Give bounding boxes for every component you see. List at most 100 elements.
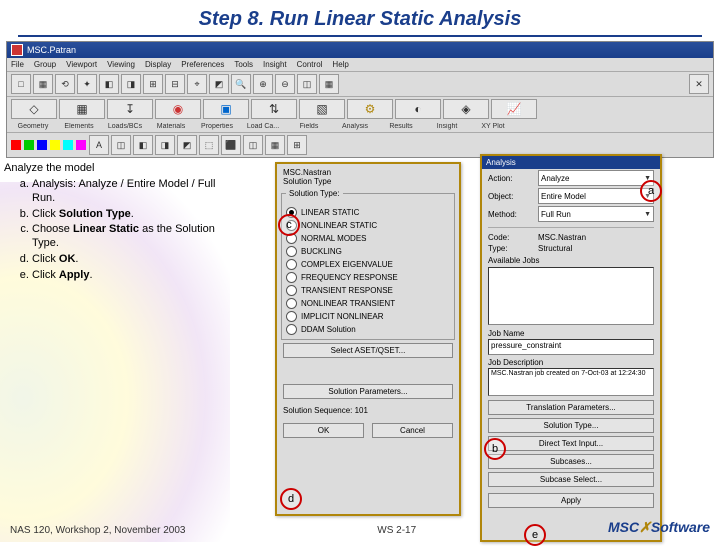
ok-button[interactable]: OK xyxy=(283,423,364,438)
tool-button[interactable]: ◩ xyxy=(209,74,229,94)
tool-button[interactable]: ⊖ xyxy=(275,74,295,94)
solution-type-option[interactable]: DDAM Solution xyxy=(286,323,450,336)
tab-fields[interactable]: ▧ xyxy=(299,99,345,119)
app-title: MSC.Patran xyxy=(27,45,76,55)
solution-type-option[interactable]: NONLINEAR STATIC xyxy=(286,219,450,232)
tool-button[interactable]: ◧ xyxy=(133,135,153,155)
apply-button[interactable]: Apply xyxy=(488,493,654,508)
solution-type-option[interactable]: COMPLEX EIGENVALUE xyxy=(286,258,450,271)
tool-button[interactable]: ▦ xyxy=(265,135,285,155)
menubar[interactable]: File Group Viewport Viewing Display Pref… xyxy=(7,58,713,71)
menu-item[interactable]: Preferences xyxy=(181,60,224,69)
color-swatch[interactable] xyxy=(50,140,60,150)
solution-type-panel: MSC.Nastran Solution Type Solution Type:… xyxy=(275,162,461,516)
color-swatch[interactable] xyxy=(76,140,86,150)
color-swatch[interactable] xyxy=(24,140,34,150)
solution-type-option[interactable]: TRANSIENT RESPONSE xyxy=(286,284,450,297)
menu-item[interactable]: File xyxy=(11,60,24,69)
menu-item[interactable]: Viewing xyxy=(107,60,135,69)
tool-button[interactable]: ⌖ xyxy=(187,74,207,94)
app-window: MSC.Patran File Group Viewport Viewing D… xyxy=(6,41,714,158)
available-jobs-list[interactable] xyxy=(488,267,654,325)
tool-button[interactable]: ✦ xyxy=(77,74,97,94)
group-title: Solution Type: xyxy=(286,189,343,198)
solution-type-option[interactable]: NORMAL MODES xyxy=(286,232,450,245)
tool-button[interactable]: ✕ xyxy=(689,74,709,94)
tool-button[interactable]: ⟲ xyxy=(55,74,75,94)
solution-type-group: Solution Type: LINEAR STATICNONLINEAR ST… xyxy=(281,193,455,340)
subcase-select-button[interactable]: Subcase Select... xyxy=(488,472,654,487)
color-swatch[interactable] xyxy=(11,140,21,150)
menu-item[interactable]: Help xyxy=(332,60,348,69)
radio-label: DDAM Solution xyxy=(301,325,356,334)
solution-type-option[interactable]: FREQUENCY RESPONSE xyxy=(286,271,450,284)
action-dropdown[interactable]: Analyze▼ xyxy=(538,170,654,186)
solution-type-option[interactable]: BUCKLING xyxy=(286,245,450,258)
tab-properties[interactable]: ▣ xyxy=(203,99,249,119)
tab-loadcases[interactable]: ⇅ xyxy=(251,99,297,119)
solution-type-button[interactable]: Solution Type... xyxy=(488,418,654,433)
tab-label: Analysis xyxy=(333,123,377,130)
cancel-button[interactable]: Cancel xyxy=(372,423,453,438)
solution-parameters-button[interactable]: Solution Parameters... xyxy=(283,384,453,399)
tool-button[interactable]: ▦ xyxy=(319,74,339,94)
menu-item[interactable]: Insight xyxy=(263,60,287,69)
callout-a: a xyxy=(640,180,662,202)
jobname-label: Job Name xyxy=(482,327,660,338)
aset-button[interactable]: Select ASET/QSET... xyxy=(283,343,453,358)
tab-analysis[interactable]: ⚙ xyxy=(347,99,393,119)
direct-text-button[interactable]: Direct Text Input... xyxy=(488,436,654,451)
menu-item[interactable]: Group xyxy=(34,60,56,69)
radio-icon xyxy=(286,246,297,257)
tool-button[interactable]: ⊟ xyxy=(165,74,185,94)
tool-button[interactable]: 🔍 xyxy=(231,74,251,94)
object-dropdown[interactable]: Entire Model▼ xyxy=(538,188,654,204)
callout-d: d xyxy=(280,488,302,510)
tool-button[interactable]: ◧ xyxy=(99,74,119,94)
tool-button[interactable]: □ xyxy=(11,74,31,94)
tab-loads[interactable]: ↧ xyxy=(107,99,153,119)
color-swatch[interactable] xyxy=(37,140,47,150)
tool-button[interactable]: ⊞ xyxy=(143,74,163,94)
tool-button[interactable]: A xyxy=(89,135,109,155)
instruction-item: Choose Linear Static as the Solution Typ… xyxy=(32,223,234,251)
available-jobs-label: Available Jobs xyxy=(482,254,660,265)
tab-elements[interactable]: ▦ xyxy=(59,99,105,119)
jobdesc-label: Job Description xyxy=(482,356,660,367)
tool-button[interactable]: ⬛ xyxy=(221,135,241,155)
tab-insight[interactable]: ◈ xyxy=(443,99,489,119)
instruction-item: Click Solution Type. xyxy=(32,208,234,222)
method-dropdown[interactable]: Full Run▼ xyxy=(538,206,654,222)
tab-results[interactable]: ◐ xyxy=(395,99,441,119)
subcases-button[interactable]: Subcases... xyxy=(488,454,654,469)
menu-item[interactable]: Display xyxy=(145,60,171,69)
tool-button[interactable]: ◨ xyxy=(155,135,175,155)
tab-geometry[interactable]: ◇ xyxy=(11,99,57,119)
tool-button[interactable]: ▦ xyxy=(33,74,53,94)
jobname-input[interactable]: pressure_constraint xyxy=(488,339,654,355)
solution-type-option[interactable]: LINEAR STATIC xyxy=(286,206,450,219)
tool-button[interactable]: ◫ xyxy=(297,74,317,94)
menu-item[interactable]: Viewport xyxy=(66,60,97,69)
radio-label: LINEAR STATIC xyxy=(301,208,359,217)
tool-button[interactable]: ◩ xyxy=(177,135,197,155)
translation-params-button[interactable]: Translation Parameters... xyxy=(488,400,654,415)
type-value: Structural xyxy=(538,244,572,253)
menu-item[interactable]: Tools xyxy=(234,60,253,69)
solution-type-option[interactable]: IMPLICIT NONLINEAR xyxy=(286,310,450,323)
tool-button[interactable]: ⊞ xyxy=(287,135,307,155)
jobdesc-input[interactable]: MSC.Nastran job created on 7-Oct-03 at 1… xyxy=(488,368,654,396)
radio-icon xyxy=(286,272,297,283)
footer-center: WS 2-17 xyxy=(377,525,416,536)
tool-button[interactable]: ◨ xyxy=(121,74,141,94)
tool-button[interactable]: ⬚ xyxy=(199,135,219,155)
menu-item[interactable]: Control xyxy=(297,60,323,69)
tool-button[interactable]: ◫ xyxy=(111,135,131,155)
tab-xyplot[interactable]: 📈 xyxy=(491,99,537,119)
tool-button[interactable]: ⊕ xyxy=(253,74,273,94)
solution-type-option[interactable]: NONLINEAR TRANSIENT xyxy=(286,297,450,310)
tool-button[interactable]: ◫ xyxy=(243,135,263,155)
tab-materials[interactable]: ◉ xyxy=(155,99,201,119)
color-swatch[interactable] xyxy=(63,140,73,150)
field-label: Code: xyxy=(488,233,534,242)
